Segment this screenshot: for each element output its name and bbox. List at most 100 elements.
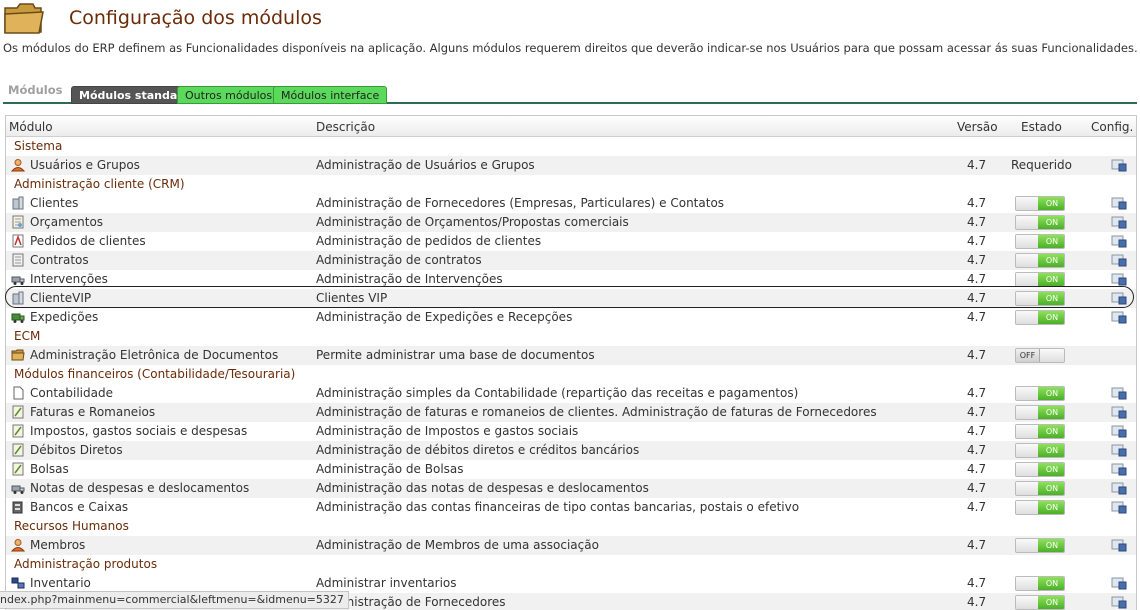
- module-toggle-on[interactable]: ON: [1015, 538, 1065, 553]
- config-icon[interactable]: [1111, 235, 1127, 248]
- header-config: Config.: [1091, 120, 1134, 134]
- config-icon[interactable]: [1111, 254, 1127, 267]
- section-label: Sistema: [14, 139, 63, 153]
- module-toggle-on[interactable]: ON: [1015, 272, 1065, 287]
- section-label: Administração cliente (CRM): [14, 177, 185, 191]
- section-header: Administração cliente (CRM): [6, 175, 1136, 194]
- config-icon[interactable]: [1111, 387, 1127, 400]
- module-toggle-on[interactable]: ON: [1015, 234, 1065, 249]
- config-icon[interactable]: [1111, 292, 1127, 305]
- toggle-on-label: ON: [1038, 501, 1064, 514]
- module-toggle-on[interactable]: ON: [1015, 291, 1065, 306]
- module-description: Administração de Orçamentos/Propostas co…: [316, 215, 629, 229]
- module-description: Permite administrar uma base de document…: [316, 348, 595, 362]
- table-row: Bolsas Administração de Bolsas 4.7 ON: [6, 460, 1136, 479]
- config-icon[interactable]: [1111, 577, 1127, 590]
- table-row: Membros Administração de Membros de uma a…: [6, 536, 1136, 555]
- tab-outros-modulos[interactable]: Outros módulos: [177, 86, 281, 104]
- module-description: Administração de contratos: [316, 253, 482, 267]
- config-icon[interactable]: [1111, 406, 1127, 419]
- module-description: Administração de pedidos de clientes: [316, 234, 542, 248]
- toggle-on-label: ON: [1038, 482, 1064, 495]
- document-icon: [11, 215, 25, 229]
- shipping-icon: [11, 310, 25, 324]
- section-label: Módulos financeiros (Contabilidade/Tesou…: [14, 367, 296, 381]
- header-module: Módulo: [9, 120, 53, 134]
- module-version: 4.7: [967, 462, 987, 476]
- module-toggle-on[interactable]: ON: [1015, 500, 1065, 515]
- module-version: 4.7: [967, 272, 987, 286]
- module-toggle-on[interactable]: ON: [1015, 481, 1065, 496]
- module-toggle-on[interactable]: ON: [1015, 310, 1065, 325]
- contract-icon: [11, 253, 25, 267]
- config-icon[interactable]: [1111, 539, 1127, 552]
- module-name: Inventario: [30, 576, 91, 590]
- module-toggle-on[interactable]: ON: [1015, 386, 1065, 401]
- module-description: Administração das contas financeiras de …: [316, 500, 800, 514]
- config-icon[interactable]: [1111, 216, 1127, 229]
- module-version: 4.7: [967, 443, 987, 457]
- module-toggle-on[interactable]: ON: [1015, 253, 1065, 268]
- module-description: Administrar inventarios: [316, 576, 457, 590]
- toggle-on-label: ON: [1038, 406, 1064, 419]
- toggle-on-label: ON: [1038, 539, 1064, 552]
- toggle-on-label: ON: [1038, 235, 1064, 248]
- module-toggle-on[interactable]: ON: [1015, 443, 1065, 458]
- module-version: 4.7: [967, 538, 987, 552]
- module-toggle-on[interactable]: ON: [1015, 576, 1065, 591]
- config-icon[interactable]: [1111, 463, 1127, 476]
- page-header: Configuração dos módulos: [3, 0, 1140, 40]
- toggle-on-label: ON: [1038, 197, 1064, 210]
- table-row: Clientes Administração de Fornecedores (E…: [6, 194, 1136, 213]
- invoice-icon: [11, 405, 25, 419]
- invoice-icon: [11, 443, 25, 457]
- module-toggle-on[interactable]: ON: [1015, 595, 1065, 610]
- module-toggle-on[interactable]: ON: [1015, 405, 1065, 420]
- table-row: Contabilidade Administração simples da Co…: [6, 384, 1136, 403]
- module-description: Clientes VIP: [316, 291, 388, 305]
- section-header: ECM: [6, 327, 1136, 346]
- config-icon[interactable]: [1111, 482, 1127, 495]
- module-name: Expedições: [30, 310, 99, 324]
- module-toggle-on[interactable]: ON: [1015, 215, 1065, 230]
- toggle-on-label: ON: [1038, 577, 1064, 590]
- modules-table: Módulo Descrição Versão Estado Config. S…: [5, 115, 1137, 610]
- toggle-on-label: ON: [1038, 444, 1064, 457]
- tab-modulos-interface[interactable]: Módulos interface: [273, 86, 388, 104]
- building-icon: [11, 291, 25, 305]
- toggle-on-label: ON: [1038, 254, 1064, 267]
- page-description: Os módulos do ERP definem as Funcionalid…: [3, 41, 1138, 55]
- config-icon[interactable]: [1111, 273, 1127, 286]
- module-version: 4.7: [967, 215, 987, 229]
- truck-icon: [11, 272, 25, 286]
- config-icon[interactable]: [1111, 311, 1127, 324]
- module-toggle-on[interactable]: ON: [1015, 196, 1065, 211]
- config-icon[interactable]: [1111, 444, 1127, 457]
- module-description: Administração de Impostos e gastos socia…: [316, 424, 579, 438]
- folder-icon: [11, 348, 25, 362]
- toggle-on-label: ON: [1038, 216, 1064, 229]
- folder-icon: [4, 3, 44, 34]
- module-tabs: Módulos Módulos standard Outros módulos …: [3, 82, 1137, 104]
- config-icon[interactable]: [1111, 425, 1127, 438]
- config-icon[interactable]: [1111, 501, 1127, 514]
- module-toggle-off[interactable]: OFF: [1015, 348, 1065, 363]
- config-icon[interactable]: [1111, 197, 1127, 210]
- header-version: Versão: [957, 120, 998, 134]
- config-icon[interactable]: [1111, 596, 1127, 609]
- toggle-on-label: ON: [1038, 292, 1064, 305]
- config-icon[interactable]: [1111, 159, 1127, 172]
- section-header: Sistema: [6, 137, 1136, 156]
- module-version: 4.7: [967, 595, 987, 609]
- module-version: 4.7: [967, 405, 987, 419]
- module-toggle-on[interactable]: ON: [1015, 424, 1065, 439]
- module-description: Administração de Intervenções: [316, 272, 503, 286]
- order-icon: [11, 234, 25, 248]
- module-description: Administração de débitos diretos e crédi…: [316, 443, 640, 457]
- module-name: Débitos Diretos: [30, 443, 123, 457]
- table-row: Contratos Administração de contratos 4.7 ON: [6, 251, 1136, 270]
- toggle-on-label: ON: [1038, 387, 1064, 400]
- table-row: Faturas e Romaneios Administração de fatu…: [6, 403, 1136, 422]
- module-toggle-on[interactable]: ON: [1015, 462, 1065, 477]
- module-name: Bancos e Caixas: [30, 500, 129, 514]
